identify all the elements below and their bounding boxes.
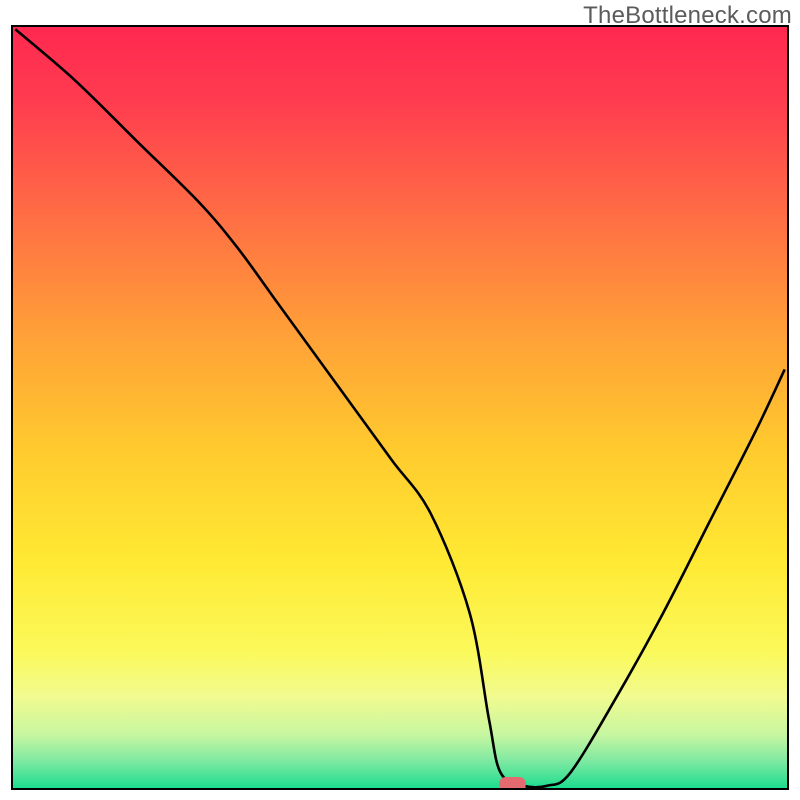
curve-svg (13, 27, 787, 788)
bottleneck-curve (15, 29, 784, 787)
plot-area (11, 25, 789, 790)
chart-frame: TheBottleneck.com (0, 0, 800, 800)
watermark-text: TheBottleneck.com (583, 2, 792, 30)
optimal-marker-icon (499, 777, 526, 790)
